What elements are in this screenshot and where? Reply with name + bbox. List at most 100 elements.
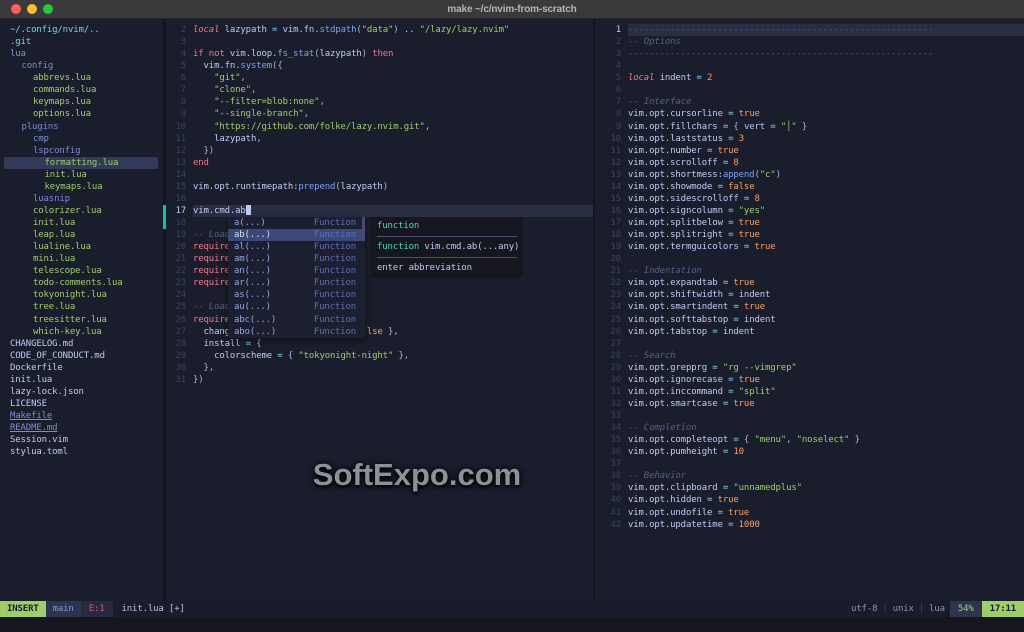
completion-kind: Function [314, 326, 356, 338]
minimize-button[interactable] [27, 4, 37, 14]
tree-item[interactable]: Dockerfile [4, 362, 158, 374]
file-tree[interactable]: ~/.config/nvim/...gitluaconfigabbrevs.lu… [0, 19, 163, 601]
line-number: 36 [595, 446, 621, 458]
tree-item[interactable]: treesitter.lua [4, 314, 158, 326]
tree-item[interactable]: ~/.config/nvim/.. [4, 24, 158, 36]
code-text: vim.opt.shiftwidth = indent [628, 289, 1024, 301]
completion-item[interactable]: abc(...)Function [228, 314, 365, 326]
line-number: 24 [595, 301, 621, 313]
code-token: vim.opt.splitright [628, 230, 728, 240]
code-text [193, 193, 593, 205]
code-line: 26vim.opt.tabstop = indent [595, 326, 1024, 338]
tree-item[interactable]: keymaps.lua [4, 181, 158, 193]
tree-item[interactable]: luasnip [4, 193, 158, 205]
command-line[interactable] [0, 617, 1024, 632]
tree-item[interactable]: stylua.toml [4, 446, 158, 458]
close-button[interactable] [11, 4, 21, 14]
code-token: }, [193, 363, 214, 373]
code-token: true [733, 278, 754, 288]
code-token: indent [744, 315, 776, 325]
popup-scrollbar[interactable] [362, 217, 365, 241]
tree-item[interactable]: mini.lua [4, 253, 158, 265]
line-number: 10 [166, 121, 186, 133]
completion-item[interactable]: ar(...)Function [228, 277, 365, 289]
tree-item[interactable]: options.lua [4, 108, 158, 120]
code-token: , [240, 73, 245, 83]
code-line: 13vim.opt.shortmess:append("c") [595, 169, 1024, 181]
doc-signature: function vim.cmd.ab(...any) [377, 241, 517, 253]
completion-label: a(...) [234, 217, 266, 229]
code-line: 9vim.opt.fillchars = { vert = "│" } [595, 121, 1024, 133]
code-text: -- Search [628, 350, 1024, 362]
tree-item[interactable]: cmp [4, 133, 158, 145]
tree-item[interactable]: LICENSE [4, 398, 158, 410]
tree-item[interactable]: keymaps.lua [4, 96, 158, 108]
code-line: 34-- Completion [595, 422, 1024, 434]
completion-item[interactable]: al(...)Function [228, 241, 365, 253]
line-number: 4 [166, 48, 186, 60]
completion-item[interactable]: an(...)Function [228, 265, 365, 277]
tree-item[interactable]: README.md [4, 422, 158, 434]
editor-pane-options-lua[interactable]: 1---------------------------------------… [595, 19, 1024, 601]
code-token: indent [654, 73, 696, 83]
tree-item[interactable]: colorizer.lua [4, 205, 158, 217]
code-line: 18vim.opt.splitright = true [595, 229, 1024, 241]
line-number: 37 [595, 458, 621, 470]
tree-item[interactable]: init.lua [4, 217, 158, 229]
tree-item[interactable]: init.lua [4, 374, 158, 386]
file-format: unix [888, 601, 919, 617]
completion-item[interactable]: a(...)Function [228, 217, 365, 229]
line-number: 4 [595, 60, 621, 72]
code-token: "git" [193, 73, 240, 83]
completion-item[interactable]: am(...)Function [228, 253, 365, 265]
completion-item[interactable]: au(...)Function [228, 301, 365, 313]
tree-item[interactable]: leap.lua [4, 229, 158, 241]
tree-item[interactable]: lspconfig [4, 145, 158, 157]
code-token: vim.opt.inccommand [628, 387, 728, 397]
tree-item[interactable]: formatting.lua [4, 157, 158, 169]
code-token: -- Options [628, 37, 681, 47]
code-token: vim.opt.clipboard [628, 483, 723, 493]
completion-kind: Function [314, 253, 356, 265]
tree-item[interactable]: todo-comments.lua [4, 277, 158, 289]
code-token: }) [193, 375, 204, 385]
code-line: 5local indent = 2 [595, 72, 1024, 84]
tree-item[interactable]: abbrevs.lua [4, 72, 158, 84]
code-token: = [744, 194, 755, 204]
tree-item[interactable]: lazy-lock.json [4, 386, 158, 398]
line-number: 42 [595, 519, 621, 531]
tree-item[interactable]: commands.lua [4, 84, 158, 96]
tree-item[interactable]: which-key.lua [4, 326, 158, 338]
code-token: , [251, 85, 256, 95]
line-number: 14 [166, 169, 186, 181]
tree-item[interactable]: CODE_OF_CONDUCT.md [4, 350, 158, 362]
code-line: 3---------------------------------------… [595, 48, 1024, 60]
code-text: vim.opt.runtimepath:prepend(lazypath) [193, 181, 593, 193]
statusline: INSERT main E:1 init.lua [+] utf-8 │ uni… [0, 601, 1024, 617]
tree-item[interactable]: lua [4, 48, 158, 60]
code-text [628, 458, 1024, 470]
doc-header: function [377, 220, 517, 232]
tree-item[interactable]: init.lua [4, 169, 158, 181]
completion-item[interactable]: ab(...)Function [228, 229, 365, 241]
completion-popup[interactable]: a(...)Functionab(...)Functional(...)Func… [228, 217, 365, 338]
titlebar[interactable]: make ~/c/nvim-from-scratch [0, 0, 1024, 19]
code-token: "c" [760, 170, 776, 180]
code-line: 39vim.opt.clipboard = "unnamedplus" [595, 482, 1024, 494]
zoom-button[interactable] [43, 4, 53, 14]
line-number: 3 [166, 36, 186, 48]
tree-item[interactable]: plugins [4, 121, 158, 133]
tree-item[interactable]: .git [4, 36, 158, 48]
completion-item[interactable]: as(...)Function [228, 289, 365, 301]
editor-pane-init-lua[interactable]: 2local lazypath = vim.fn.stdpath("data")… [166, 19, 593, 601]
tree-item[interactable]: config [4, 60, 158, 72]
completion-item[interactable]: abo(...)Function [228, 326, 365, 338]
tree-item[interactable]: telescope.lua [4, 265, 158, 277]
tree-item[interactable]: CHANGELOG.md [4, 338, 158, 350]
tree-item[interactable]: tokyonight.lua [4, 289, 158, 301]
tree-item[interactable]: Makefile [4, 410, 158, 422]
tree-item[interactable]: lualine.lua [4, 241, 158, 253]
code-token: = [707, 146, 718, 156]
tree-item[interactable]: Session.vim [4, 434, 158, 446]
tree-item[interactable]: tree.lua [4, 301, 158, 313]
